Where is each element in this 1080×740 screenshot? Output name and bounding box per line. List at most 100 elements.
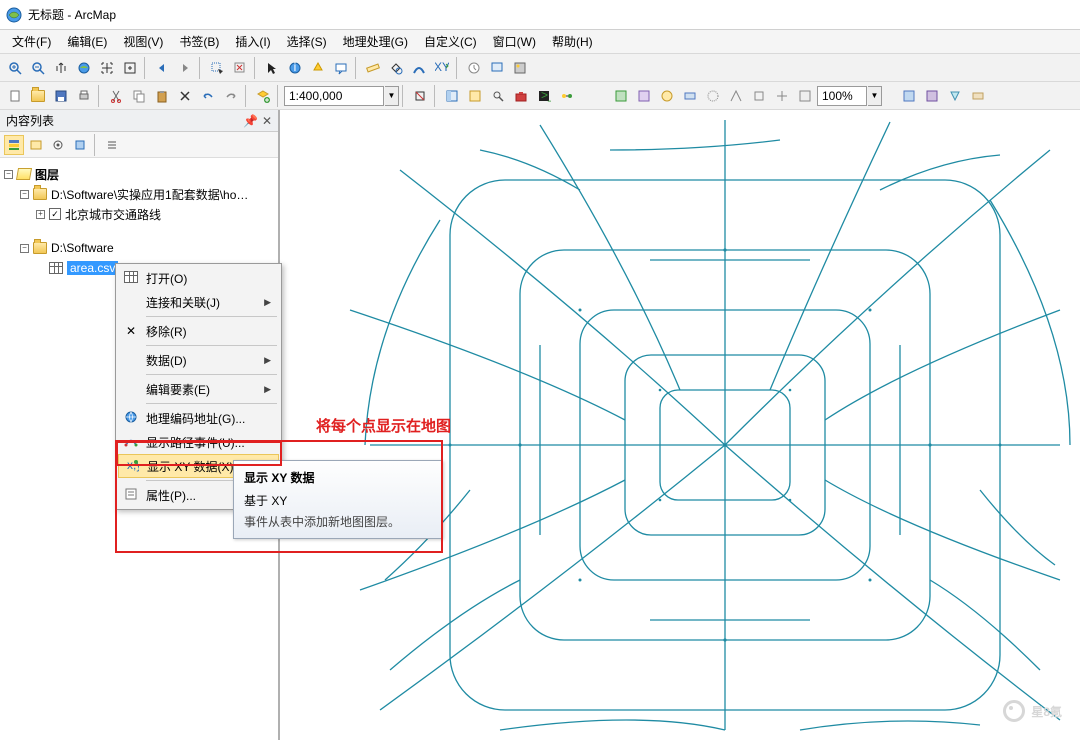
- tree-folder-2[interactable]: − D:\Software: [4, 238, 274, 258]
- cut-icon[interactable]: [105, 85, 127, 107]
- list-by-source-icon[interactable]: [26, 135, 46, 155]
- save-icon[interactable]: [50, 85, 72, 107]
- image-analysis-icon[interactable]: [509, 57, 531, 79]
- list-by-selection-icon[interactable]: [70, 135, 90, 155]
- menu-edit[interactable]: 编辑(E): [59, 30, 115, 53]
- new-icon[interactable]: [4, 85, 26, 107]
- menu-insert[interactable]: 插入(I): [227, 30, 278, 53]
- drawing-3-icon[interactable]: [944, 85, 966, 107]
- close-icon[interactable]: ✕: [262, 114, 272, 128]
- viewer-window-icon[interactable]: [486, 57, 508, 79]
- toc-window-icon[interactable]: [441, 85, 463, 107]
- paste-icon[interactable]: [151, 85, 173, 107]
- fixed-zoom-out-icon[interactable]: [119, 57, 141, 79]
- hyperlink-icon[interactable]: [307, 57, 329, 79]
- time-slider-icon[interactable]: [463, 57, 485, 79]
- python-window-icon[interactable]: >_: [533, 85, 555, 107]
- menu-file[interactable]: 文件(F): [4, 30, 59, 53]
- menu-geoprocessing[interactable]: 地理处理(G): [335, 30, 416, 53]
- catalog-window-icon[interactable]: [464, 85, 486, 107]
- collapse-icon[interactable]: −: [20, 244, 29, 253]
- toc-options-icon[interactable]: [102, 135, 122, 155]
- toolbar-standard: 1:400,000 ▼ >_ 100% ▼: [0, 82, 1080, 110]
- georef-9-icon[interactable]: [794, 85, 816, 107]
- menu-customize[interactable]: 自定义(C): [416, 30, 485, 53]
- ctx-geocode[interactable]: 地理编码地址(G)...: [118, 406, 279, 430]
- tree-root-label: 图层: [35, 166, 59, 183]
- drawing-4-icon[interactable]: [967, 85, 989, 107]
- menu-help[interactable]: 帮助(H): [544, 30, 601, 53]
- collapse-icon[interactable]: −: [4, 170, 13, 179]
- search-window-icon[interactable]: [487, 85, 509, 107]
- pin-icon[interactable]: 📌: [243, 114, 258, 128]
- menu-bar: 文件(F) 编辑(E) 视图(V) 书签(B) 插入(I) 选择(S) 地理处理…: [0, 30, 1080, 54]
- clear-selection-icon[interactable]: [229, 57, 251, 79]
- drawing-2-icon[interactable]: [921, 85, 943, 107]
- delete-icon[interactable]: [174, 85, 196, 107]
- ctx-data[interactable]: 数据(D)▶: [118, 348, 279, 372]
- tree-folder-1[interactable]: − D:\Software\实操应用1配套数据\house: [4, 184, 274, 204]
- checkbox-checked-icon[interactable]: ✓: [49, 208, 61, 220]
- scale-dropdown-icon[interactable]: ▼: [385, 86, 399, 106]
- list-by-visibility-icon[interactable]: [48, 135, 68, 155]
- pointer-icon[interactable]: [261, 57, 283, 79]
- select-features-icon[interactable]: [206, 57, 228, 79]
- collapse-icon[interactable]: −: [20, 190, 29, 199]
- annotation-box-2: [116, 441, 282, 466]
- fixed-zoom-in-icon[interactable]: [96, 57, 118, 79]
- tree-layer-1[interactable]: + ✓ 北京城市交通路线: [4, 204, 274, 224]
- copy-icon[interactable]: [128, 85, 150, 107]
- undo-icon[interactable]: [197, 85, 219, 107]
- open-icon[interactable]: [27, 85, 49, 107]
- submenu-arrow-icon: ▶: [264, 384, 271, 395]
- table-open-icon: [122, 271, 140, 286]
- print-icon[interactable]: [73, 85, 95, 107]
- georef-3-icon[interactable]: [656, 85, 678, 107]
- find-icon[interactable]: [385, 57, 407, 79]
- scale-input[interactable]: 1:400,000: [284, 86, 384, 106]
- layout-zoom-dropdown-icon[interactable]: ▼: [868, 86, 882, 106]
- add-data-icon[interactable]: [252, 85, 274, 107]
- georef-7-icon[interactable]: [748, 85, 770, 107]
- zoom-in-icon[interactable]: [4, 57, 26, 79]
- ctx-joins[interactable]: 连接和关联(J)▶: [118, 290, 279, 314]
- layout-zoom-input[interactable]: 100%: [817, 86, 867, 106]
- georef-5-icon[interactable]: [702, 85, 724, 107]
- georef-4-icon[interactable]: [679, 85, 701, 107]
- georef-6-icon[interactable]: [725, 85, 747, 107]
- table-label-selected: area.csv: [67, 261, 118, 275]
- modelbuilder-icon[interactable]: [556, 85, 578, 107]
- menu-select[interactable]: 选择(S): [279, 30, 335, 53]
- pan-icon[interactable]: [50, 57, 72, 79]
- toc-title-label: 内容列表: [6, 112, 54, 129]
- menu-view[interactable]: 视图(V): [115, 30, 171, 53]
- svg-text:>_: >_: [541, 89, 551, 102]
- back-icon[interactable]: [151, 57, 173, 79]
- forward-icon[interactable]: [174, 57, 196, 79]
- ctx-edit-features[interactable]: 编辑要素(E)▶: [118, 377, 279, 401]
- zoom-out-icon[interactable]: [27, 57, 49, 79]
- ctx-remove[interactable]: ✕移除(R): [118, 319, 279, 343]
- georef-8-icon[interactable]: [771, 85, 793, 107]
- menu-window[interactable]: 窗口(W): [485, 30, 544, 53]
- georef-2-icon[interactable]: [633, 85, 655, 107]
- identify-icon[interactable]: i: [284, 57, 306, 79]
- goto-xy-icon[interactable]: XY: [431, 57, 453, 79]
- ctx-open[interactable]: 打开(O): [118, 266, 279, 290]
- watermark: 星8氪: [1003, 700, 1062, 722]
- folder-label: D:\Software: [51, 241, 114, 255]
- redo-icon[interactable]: [220, 85, 242, 107]
- measure-icon[interactable]: [362, 57, 384, 79]
- tree-root[interactable]: − 图层: [4, 164, 274, 184]
- georef-icon[interactable]: [610, 85, 632, 107]
- full-extent-icon[interactable]: [73, 57, 95, 79]
- editor-toolbar-icon[interactable]: [409, 85, 431, 107]
- arctoolbox-icon[interactable]: [510, 85, 532, 107]
- find-route-icon[interactable]: [408, 57, 430, 79]
- html-popup-icon[interactable]: [330, 57, 352, 79]
- list-by-drawing-order-icon[interactable]: [4, 135, 24, 155]
- drawing-1-icon[interactable]: [898, 85, 920, 107]
- submenu-arrow-icon: ▶: [264, 297, 271, 308]
- expand-icon[interactable]: +: [36, 210, 45, 219]
- menu-bookmarks[interactable]: 书签(B): [171, 30, 227, 53]
